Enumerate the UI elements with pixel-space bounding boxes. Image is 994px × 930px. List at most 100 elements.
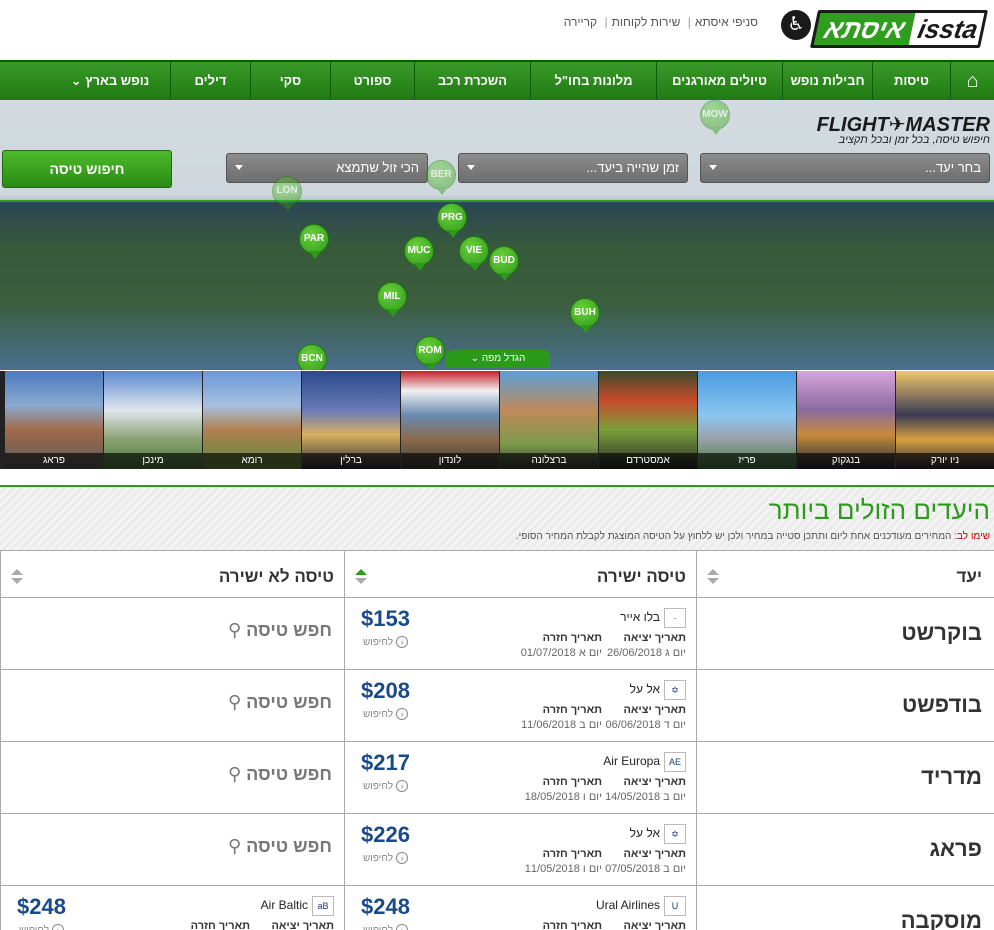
tile-caption: פראג xyxy=(5,453,103,469)
flight-map[interactable]: FLIGHT✈MASTER חיפוש טיסה, בכל זמן ובכל ת… xyxy=(0,100,994,370)
note-text: המחירים מעודכנים אחת ליום ותתכן סטייה במ… xyxy=(515,531,952,542)
return-date: יום ב 11/06/2018 xyxy=(521,719,602,731)
nav-sport[interactable]: ספורט xyxy=(330,62,414,100)
destination-name: פראג xyxy=(929,836,982,861)
caret-down-icon xyxy=(235,165,243,170)
destination-strip: ניו יורק בנגקוק פריז אמסטרדם ברצלונה לונ… xyxy=(0,371,994,469)
destination-tile[interactable]: רומא xyxy=(203,371,301,469)
nav-domestic[interactable]: נופש בארץ ⌄ xyxy=(50,62,170,100)
price[interactable]: $217 xyxy=(361,750,410,776)
sort-icon[interactable] xyxy=(355,569,367,585)
airline-logo-icon: ✡ xyxy=(664,824,686,844)
nav-hotels[interactable]: מלונות בחו"ל xyxy=(530,62,656,100)
search-link-label: לחיפוש xyxy=(19,925,49,930)
map-pin-mil[interactable]: MIL xyxy=(377,282,407,317)
destination-tile[interactable]: ניו יורק xyxy=(896,371,994,469)
search-link[interactable]: ‹לחיפוש xyxy=(363,780,409,792)
search-flight-link[interactable]: חפש טיסה ⚲ xyxy=(228,692,332,713)
map-pin-ber[interactable]: BER xyxy=(426,160,456,195)
search-flight-link[interactable]: חפש טיסה ⚲ xyxy=(228,836,332,857)
sort-icon[interactable] xyxy=(707,569,719,585)
top-links: סניפי איסתא| שירות לקוחות| קריירה xyxy=(560,15,762,29)
map-pin-prg[interactable]: PRG xyxy=(437,203,467,238)
nav-deals[interactable]: דילים xyxy=(170,62,250,100)
table-row[interactable]: פראג ✡ אל על תאריך יציאה תאריך חזרה יום … xyxy=(0,814,994,886)
nav-ski[interactable]: סקי xyxy=(250,62,330,100)
search-link[interactable]: ‹לחיפוש xyxy=(363,708,409,720)
price[interactable]: $208 xyxy=(361,678,410,704)
map-pin-bcn[interactable]: BCN xyxy=(297,344,327,370)
return-label: תאריך חזרה xyxy=(542,632,602,644)
issta-logo[interactable]: איסתא issta xyxy=(809,10,989,48)
search-link[interactable]: ‹לחיפוש xyxy=(363,852,409,864)
col-direct[interactable]: טיסה ישירה xyxy=(344,551,696,598)
search-flight-label: חפש טיסה xyxy=(246,692,332,712)
return-date: יום ו 11/05/2018 xyxy=(524,863,602,875)
tile-caption: אמסטרדם xyxy=(599,453,697,469)
table-row[interactable]: מדריד AE Air Europa תאריך יציאה תאריך חז… xyxy=(0,742,994,814)
destination-tile[interactable]: פראג xyxy=(5,371,103,469)
search-flight-link[interactable]: חפש טיסה ⚲ xyxy=(228,764,332,785)
destination-tile[interactable]: ברצלונה xyxy=(500,371,598,469)
map-pin-vie[interactable]: VIE xyxy=(459,236,489,271)
table-row[interactable]: בודפשט ✡ אל על תאריך יציאה תאריך חזרה יו… xyxy=(0,670,994,742)
col-destination[interactable]: יעד xyxy=(696,551,994,598)
nav-packages[interactable]: חבילות נופש xyxy=(782,62,872,100)
depart-label: תאריך יציאה xyxy=(623,776,686,788)
search-flight-link[interactable]: חפש טיסה ⚲ xyxy=(228,620,332,641)
nav-tours[interactable]: טיולים מאורגנים xyxy=(656,62,782,100)
map-pin-buh[interactable]: BUH xyxy=(570,298,600,333)
link-careers[interactable]: קריירה xyxy=(560,15,601,29)
search-flight-label: חפש טיסה xyxy=(246,620,332,640)
home-icon[interactable]: ⌂ xyxy=(950,62,994,100)
site-header: איסתא issta ♿ סניפי איסתא| שירות לקוחות|… xyxy=(0,0,994,60)
nav-car-rental[interactable]: השכרת רכב xyxy=(414,62,530,100)
stay-duration-select[interactable]: זמן שהייה ביעד... xyxy=(458,153,688,183)
search-link[interactable]: ‹לחיפוש xyxy=(363,924,409,930)
destination-tile[interactable]: בנגקוק xyxy=(797,371,895,469)
price[interactable]: $248 xyxy=(17,894,66,920)
map-pin-lon[interactable]: LON xyxy=(272,176,302,211)
link-branches[interactable]: סניפי איסתא xyxy=(691,15,762,29)
accessibility-icon[interactable]: ♿ xyxy=(781,10,811,40)
destination-tile[interactable]: אמסטרדם xyxy=(599,371,697,469)
flight-master-tagline: חיפוש טיסה, בכל זמן ובכל תקציב xyxy=(838,134,990,146)
search-link-label: לחיפוש xyxy=(363,853,394,864)
map-pin-mow[interactable]: MOW xyxy=(700,100,730,135)
search-flight-button[interactable]: חיפוש טיסה xyxy=(2,150,172,188)
search-flight-label: חפש טיסה xyxy=(246,836,332,856)
sort-icon[interactable] xyxy=(11,569,23,585)
map-pin-muc[interactable]: MUC xyxy=(404,236,434,271)
map-pin-rom[interactable]: ROM xyxy=(415,336,445,370)
destination-select-label: בחר יעד... xyxy=(925,160,981,175)
destination-tile[interactable]: לונדון xyxy=(401,371,499,469)
search-link[interactable]: ‹לחיפוש xyxy=(19,924,65,930)
price[interactable]: $248 xyxy=(361,894,410,920)
nav-domestic-label: נופש בארץ xyxy=(85,73,150,88)
expand-map-label: הגדל מפה xyxy=(481,353,526,364)
nav-flights[interactable]: טיסות xyxy=(872,62,950,100)
map-pin-par[interactable]: PAR xyxy=(299,224,329,259)
search-link[interactable]: ‹לחיפוש xyxy=(363,636,409,648)
expand-map-button[interactable]: הגדל מפה ⌄ xyxy=(446,350,550,368)
tile-caption: ניו יורק xyxy=(896,453,994,469)
col-indirect[interactable]: טיסה לא ישירה xyxy=(0,551,344,598)
destination-tile[interactable]: ברלין xyxy=(302,371,400,469)
depart-date: יום ב 07/05/2018 xyxy=(605,863,686,875)
table-row[interactable]: בוקרשט · בלו אייר תאריך יציאה תאריך חזרה… xyxy=(0,598,994,670)
destination-tile[interactable]: מינכן xyxy=(104,371,202,469)
price[interactable]: $226 xyxy=(361,822,410,848)
destination-tile[interactable]: פריז xyxy=(698,371,796,469)
price-select[interactable]: הכי זול שתמצא xyxy=(226,153,428,183)
return-date: יום א 01/07/2018 xyxy=(520,647,602,659)
caret-down-icon xyxy=(709,165,717,170)
link-customer-service[interactable]: שירות לקוחות xyxy=(608,15,685,29)
search-link-label: לחיפוש xyxy=(363,925,393,930)
table-row[interactable]: מוסקבה U Ural Airlines תאריך יציאה תאריך… xyxy=(0,886,994,930)
destination-select[interactable]: בחר יעד... xyxy=(700,153,990,183)
return-label: תאריך חזרה xyxy=(542,848,602,860)
col-direct-label: טיסה ישירה xyxy=(596,567,686,586)
map-pin-bud[interactable]: BUD xyxy=(489,246,519,281)
price[interactable]: $153 xyxy=(361,606,410,632)
logo-latin: issta xyxy=(908,13,988,45)
